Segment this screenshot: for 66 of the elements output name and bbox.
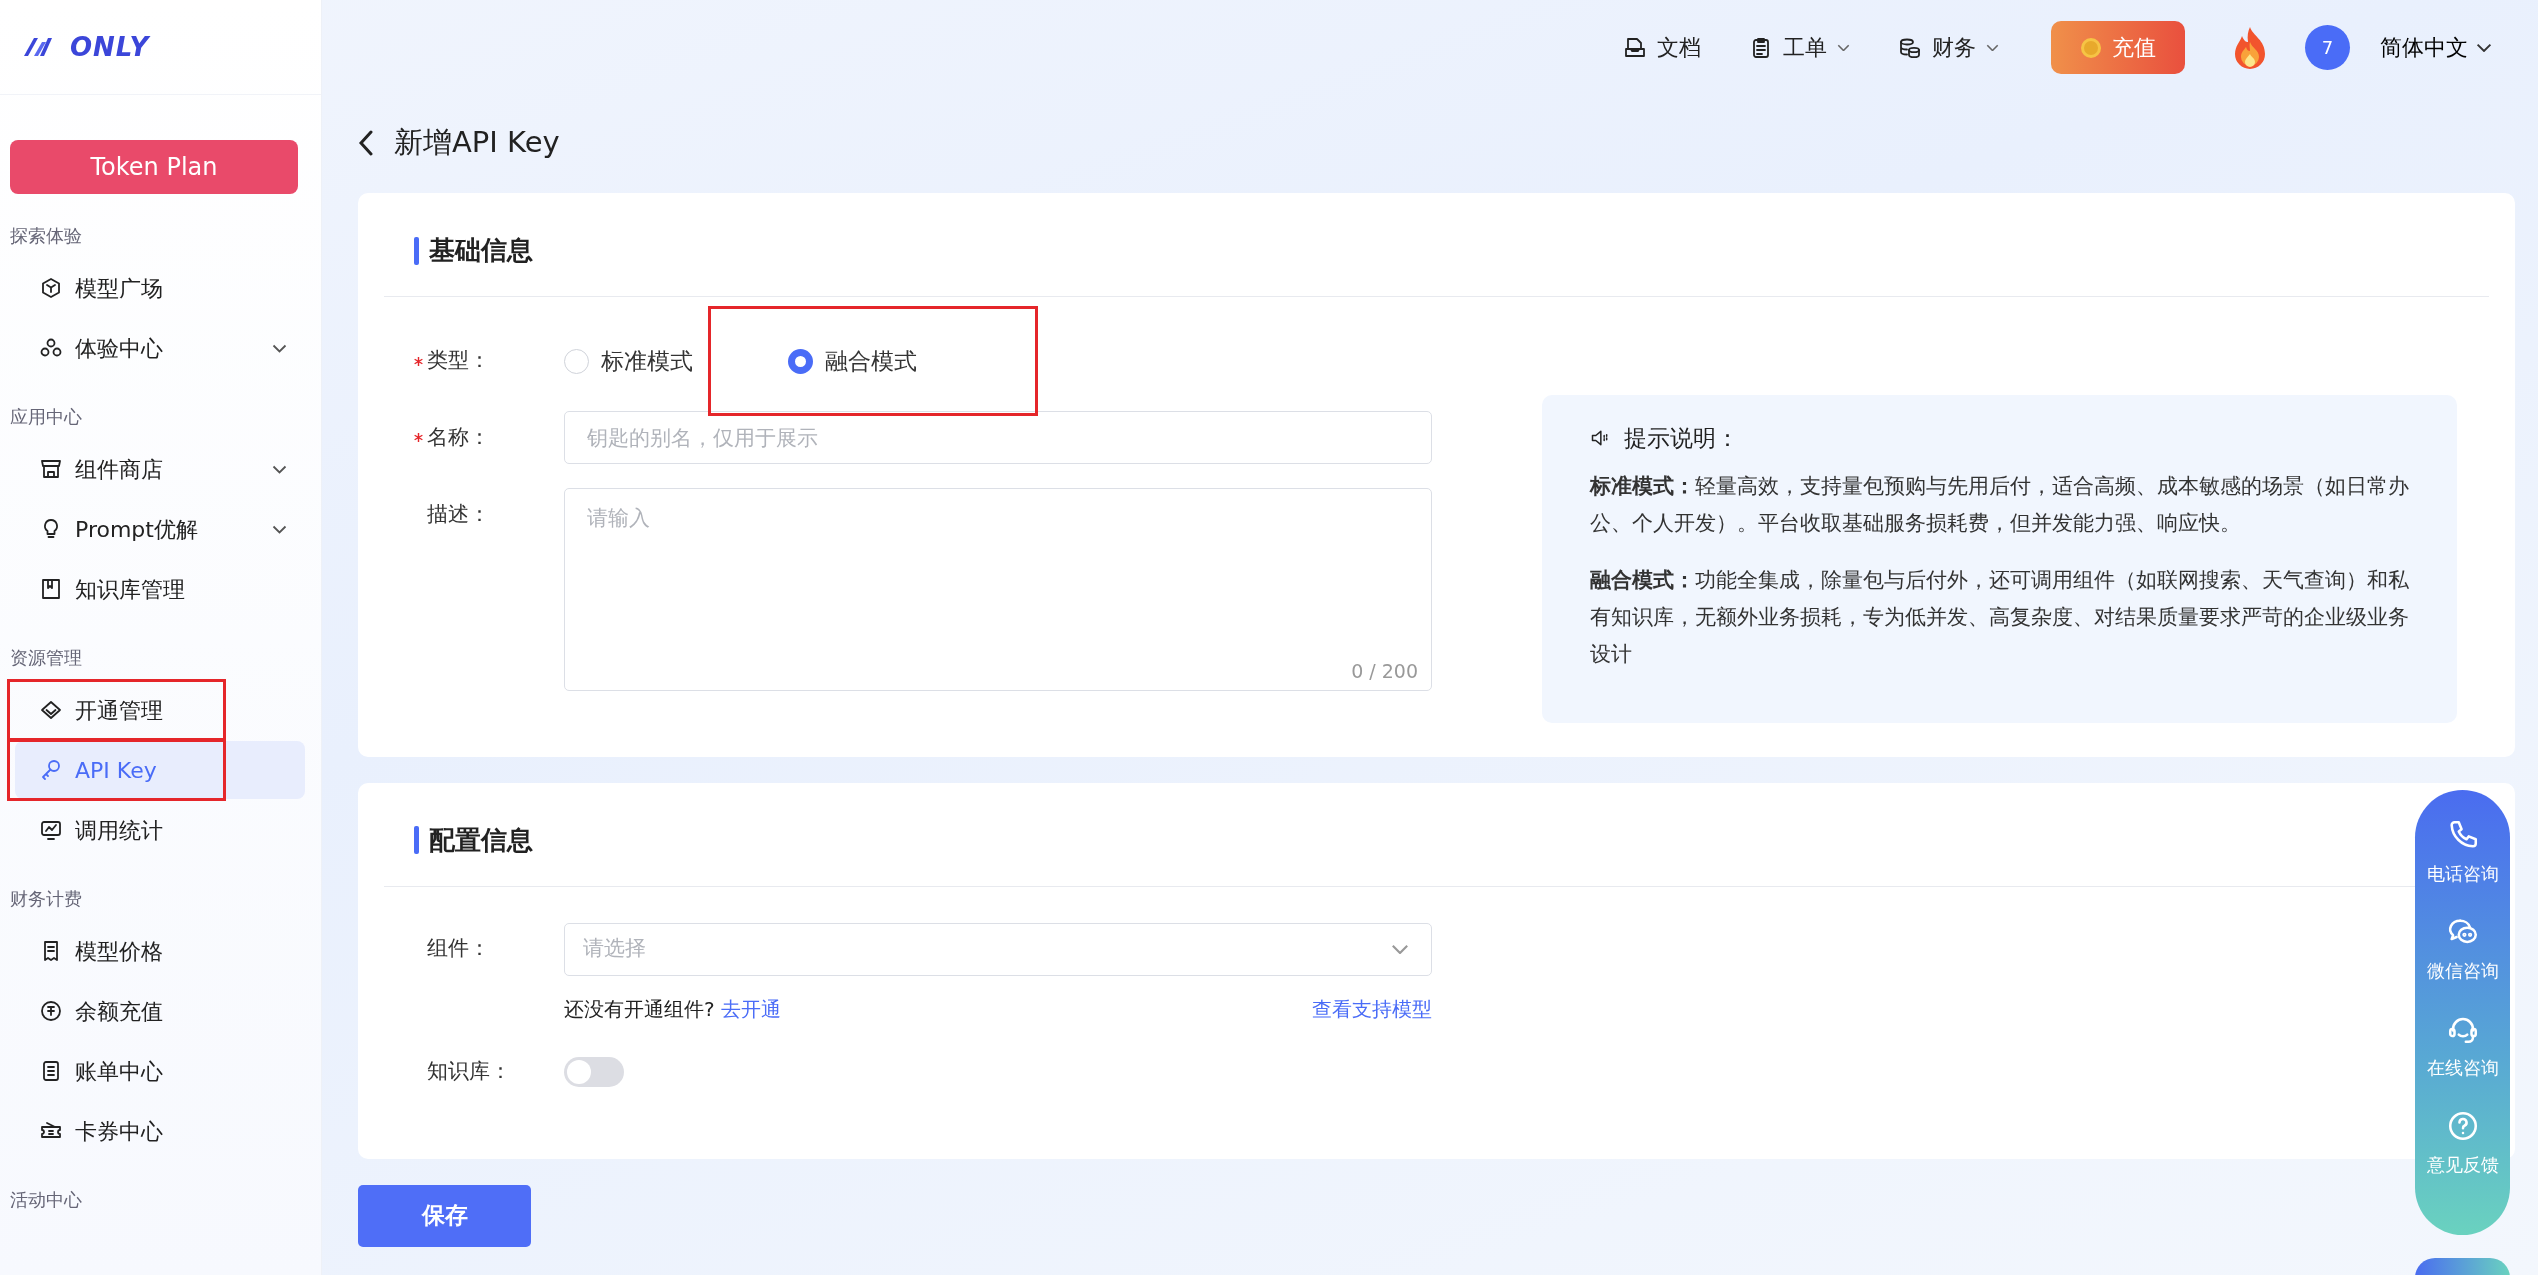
sidebar-item[interactable]: 体验中心	[15, 319, 305, 377]
cube-icon	[39, 276, 63, 300]
back-icon[interactable]	[358, 130, 374, 156]
diamond-icon	[39, 698, 63, 722]
tip-title: 提示说明：	[1624, 424, 1739, 453]
field-label: 组件：	[427, 935, 490, 963]
chevron-down-icon	[2476, 42, 2492, 53]
accent-bar	[414, 826, 419, 854]
radio-option[interactable]: 融合模式	[788, 343, 917, 379]
name-input[interactable]: 钥匙的别名，仅用于展示	[564, 411, 1432, 464]
chevron-down-icon	[272, 464, 287, 474]
required-icon	[414, 433, 423, 442]
book-icon	[39, 577, 63, 601]
logo-text[interactable]: ONLY	[70, 27, 150, 67]
monitor-chart-icon	[39, 818, 63, 842]
sidebar-item[interactable]: 余额充值	[15, 982, 305, 1040]
page-title: 新增API Key	[394, 124, 560, 162]
sidebar-item[interactable]: 卡券中心	[15, 1102, 305, 1160]
sidebar-item[interactable]: 调用统计	[15, 801, 305, 859]
contact-item[interactable]: 电话咨询	[2426, 818, 2499, 887]
tip-paragraph: 标准模式：轻量高效，支持量包预购与先用后付，适合高频、成本敏感的场景（如日常办公、个人开发）。平台收取基础服务损耗费，但并发能力强、响应快。	[1590, 472, 2409, 537]
sidebar-item[interactable]: 知识库管理	[15, 560, 305, 618]
field-label: 知识库：	[427, 1058, 511, 1086]
sidebar-item[interactable]: API Key	[15, 741, 305, 799]
avatar[interactable]: 7	[2305, 25, 2350, 70]
key-icon	[39, 758, 63, 782]
save-button[interactable]: 保存	[358, 1184, 531, 1247]
document-tray-icon	[1623, 35, 1647, 60]
field-label: 类型：	[427, 347, 490, 375]
sidebar-item[interactable]: 模型价格	[15, 922, 305, 980]
tip-paragraph: 融合模式：功能全集成，除量包与后付外，还可调用组件（如联网搜索、天气查询）和私有知识库，无额外业务损耗，专为低并发、高复杂度、对结果质量要求严苛的企业级业务设计	[1590, 566, 2409, 668]
field-label: 描述：	[427, 500, 490, 528]
coin-icon	[2080, 36, 2102, 59]
required-icon	[414, 356, 423, 366]
field-label: 名称：	[427, 423, 490, 451]
nav-link[interactable]: 工单	[1743, 30, 1856, 65]
store-icon	[39, 457, 63, 481]
supported-models-link[interactable]: 查看支持模型	[1312, 993, 1432, 1024]
nav-link[interactable]: 文档	[1617, 30, 1707, 65]
hint-text: 还没有开通组件? 去开通	[564, 995, 781, 1023]
section-title: 应用中心	[10, 406, 82, 427]
section-title: 活动中心	[10, 1189, 82, 1210]
nav-link[interactable]: 财务	[1892, 30, 2005, 65]
section-heading: 基础信息	[429, 234, 533, 267]
sidebar-item[interactable]: 组件商店	[15, 440, 305, 498]
token-plan-button[interactable]: Token Plan	[10, 140, 298, 194]
sidebar-item[interactable]: 账单中心	[15, 1042, 305, 1100]
radio-option[interactable]: 标准模式	[564, 343, 693, 379]
sidebar-item[interactable]: 模型广场	[15, 259, 305, 317]
sidebar-item[interactable]: Prompt优解	[15, 500, 305, 558]
chevron-down-icon	[272, 524, 287, 534]
chevron-down-icon	[272, 343, 287, 353]
coin-icon	[39, 999, 63, 1023]
section-heading: 配置信息	[429, 823, 533, 857]
section-title: 资源管理	[10, 647, 82, 668]
accent-bar	[414, 236, 419, 265]
language-selector[interactable]: 简体中文	[2374, 30, 2498, 65]
sidebar-item[interactable]: 开通管理	[15, 681, 305, 739]
chevron-down-icon	[1391, 943, 1409, 955]
chevron-down-icon	[1837, 43, 1850, 52]
character-counter: 0 / 200	[1351, 658, 1418, 684]
knowledge-toggle[interactable]	[564, 1057, 624, 1087]
chevron-down-icon	[1986, 43, 1999, 52]
section-title: 探索体验	[10, 225, 82, 246]
activate-link[interactable]: 去开通	[721, 996, 781, 1021]
section-title: 财务计费	[10, 888, 82, 909]
